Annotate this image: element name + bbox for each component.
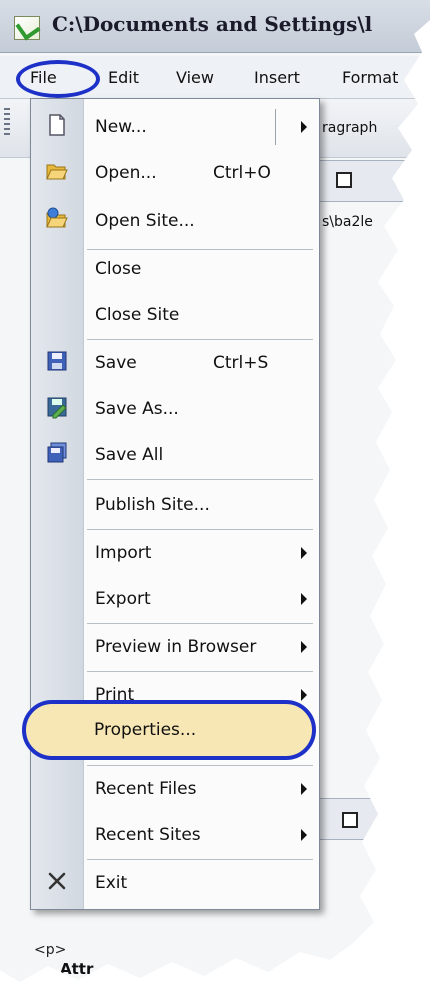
- menu-item-label: Close Site: [95, 305, 180, 325]
- submenu-arrow-icon: [301, 783, 307, 795]
- attributes-panel-label: Attr: [60, 960, 94, 978]
- menu-item-open-site[interactable]: Open Site...: [31, 199, 319, 243]
- file-menu-annotation-ring: [16, 60, 100, 98]
- style-dropdown-text[interactable]: ragraph: [322, 120, 377, 136]
- menu-item-shortcut: Ctrl+O: [213, 163, 271, 183]
- menu-item-exit[interactable]: Exit: [31, 861, 319, 905]
- menu-item-label: Import: [95, 543, 152, 563]
- menu-item-publish-site[interactable]: Publish Site...: [31, 483, 319, 527]
- menu-separator: [87, 529, 313, 530]
- menu-item-export[interactable]: Export: [31, 577, 319, 621]
- new-document-icon: [49, 114, 65, 136]
- menu-separator: [87, 479, 313, 480]
- menu-item-close[interactable]: Close: [31, 247, 319, 291]
- menu-item-save-all[interactable]: Save All: [31, 433, 319, 477]
- menu-item-label: Recent Sites: [95, 825, 201, 845]
- submenu-arrow-icon: [301, 121, 307, 133]
- menu-item-shortcut: Ctrl+S: [213, 353, 269, 373]
- menu-item-label: Preview in Browser: [95, 637, 257, 657]
- menu-item-recent-sites[interactable]: Recent Sites: [31, 813, 319, 857]
- folder-path-text: s\ba2le: [322, 214, 373, 230]
- menu-item-label: Properties...: [94, 720, 197, 740]
- menu-item-import[interactable]: Import: [31, 531, 319, 575]
- submenu-arrow-icon: [301, 593, 307, 605]
- menu-item-save[interactable]: Save Ctrl+S: [31, 341, 319, 385]
- menu-item-preview-in-browser[interactable]: Preview in Browser: [31, 625, 319, 669]
- menu-item-label: Recent Files: [95, 779, 197, 799]
- menu-insert[interactable]: Insert: [254, 68, 300, 87]
- open-folder-icon: [46, 164, 68, 180]
- submenu-arrow-icon: [301, 689, 307, 701]
- menu-item-label: Open...: [95, 163, 157, 183]
- background-tab-strip: [318, 160, 430, 202]
- menu-separator: [87, 339, 313, 340]
- submenu-arrow-icon: [301, 547, 307, 559]
- menu-item-label: Save All: [95, 445, 164, 465]
- menu-separator: [87, 765, 313, 766]
- close-x-icon: [48, 872, 66, 890]
- menu-separator: [87, 623, 313, 624]
- menu-format[interactable]: Format: [342, 68, 398, 87]
- submenu-arrow-icon: [301, 829, 307, 841]
- menu-item-label: Save: [95, 353, 137, 373]
- menu-item-save-as[interactable]: Save As...: [31, 387, 319, 431]
- save-as-icon: [47, 397, 67, 419]
- save-icon: [47, 351, 67, 371]
- window-title: C:\Documents and Settings\l: [52, 12, 373, 36]
- menu-item-new[interactable]: New...: [31, 105, 319, 149]
- menu-item-close-site[interactable]: Close Site: [31, 293, 319, 337]
- menu-item-label: Save As...: [95, 399, 179, 419]
- menu-item-label: Exit: [95, 873, 128, 893]
- menu-item-properties[interactable]: Properties...: [22, 700, 316, 760]
- save-all-icon: [47, 442, 67, 463]
- split-divider: [275, 109, 276, 145]
- menu-item-label: Open Site...: [95, 211, 195, 231]
- menu-separator: [87, 671, 313, 672]
- menu-item-open[interactable]: Open... Ctrl+O: [31, 151, 319, 195]
- screenshot-canvas: C:\Documents and Settings\l File Edit Vi…: [0, 0, 430, 982]
- restore-icon[interactable]: [336, 172, 352, 188]
- background-tab-strip-2: [318, 798, 430, 840]
- menu-edit[interactable]: Edit: [108, 68, 139, 87]
- menu-view[interactable]: View: [176, 68, 214, 87]
- menu-separator: [87, 859, 313, 860]
- open-site-icon: [46, 207, 68, 228]
- submenu-arrow-icon: [301, 641, 307, 653]
- tag-selector[interactable]: <p>: [34, 942, 66, 958]
- file-menu-dropdown: New... Open... Ctrl+O Open Site... Close…: [30, 98, 320, 910]
- menu-item-label: New...: [95, 117, 147, 137]
- menu-item-label: Publish Site...: [95, 495, 210, 515]
- menu-item-label: Export: [95, 589, 151, 609]
- menu-item-recent-files[interactable]: Recent Files: [31, 767, 319, 811]
- menu-item-label: Close: [95, 259, 142, 279]
- title-bar: C:\Documents and Settings\l: [0, 0, 430, 53]
- toolbar-grip[interactable]: [4, 108, 10, 138]
- restore-icon-2[interactable]: [342, 812, 358, 828]
- app-icon: [14, 16, 40, 40]
